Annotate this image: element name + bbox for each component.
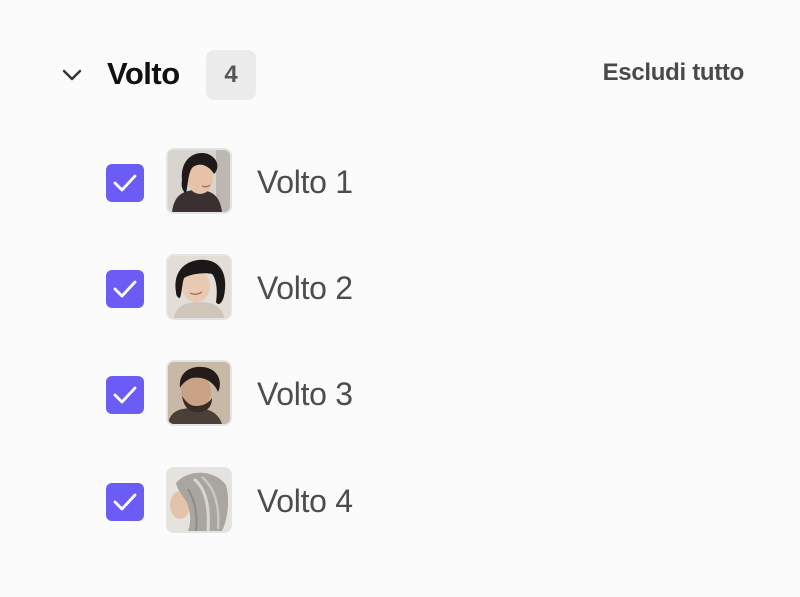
face-label: Volto 2 [257,270,353,306]
face-checkbox[interactable] [106,376,144,414]
face-checkbox[interactable] [106,270,144,308]
face-thumbnail [166,254,232,320]
face-thumbnail [166,148,232,214]
face-label: Volto 3 [257,376,353,412]
chevron-down-icon[interactable] [58,61,86,89]
checkmark-icon [113,174,137,192]
face-row[interactable]: Volto 1 [0,148,800,218]
face-thumbnail [166,360,232,426]
face-label: Volto 4 [257,483,353,519]
face-checkbox[interactable] [106,483,144,521]
face-row[interactable]: Volto 2 [0,254,800,324]
face-section-header: Volto 4 Escludi tutto [0,48,800,102]
face-thumbnail [166,467,232,533]
face-row[interactable]: Volto 4 [0,467,800,537]
face-checkbox[interactable] [106,164,144,202]
section-title: Volto [107,56,180,91]
checkmark-icon [113,493,137,511]
count-badge: 4 [206,50,256,100]
checkmark-icon [113,280,137,298]
face-label: Volto 1 [257,164,353,200]
exclude-all-button[interactable]: Escludi tutto [603,58,745,88]
face-row[interactable]: Volto 3 [0,360,800,430]
checkmark-icon [113,386,137,404]
